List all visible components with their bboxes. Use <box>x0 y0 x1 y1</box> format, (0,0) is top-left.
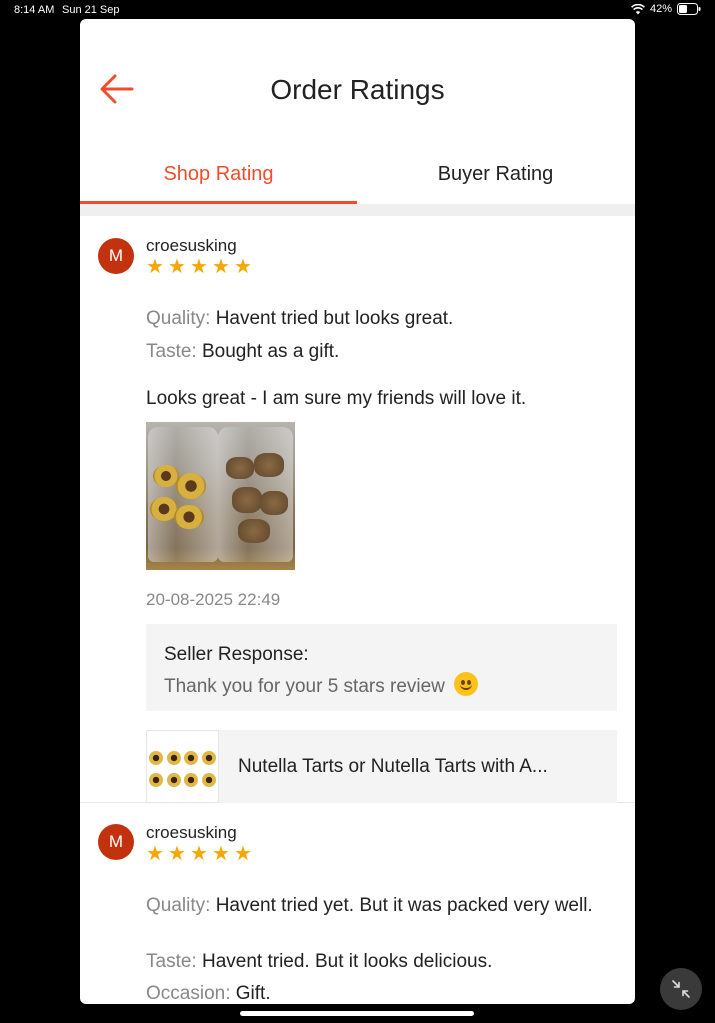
attribute-quality: Quality: Havent tried yet. But it was pa… <box>146 894 621 918</box>
seller-response: Seller Response: Thank you for your 5 st… <box>146 624 617 711</box>
review-card: M croesusking ★ ★ ★ ★ ★ Quality: Havent … <box>80 804 635 1004</box>
attribute-key: Occasion: <box>146 983 231 1004</box>
tart <box>149 751 163 765</box>
cookie <box>254 453 284 477</box>
tab-label: Shop Rating <box>163 162 274 185</box>
product-thumbnail <box>146 730 219 803</box>
collapse-arrows-icon <box>672 980 690 998</box>
tart <box>166 751 181 765</box>
status-date: Sun 21 Sep <box>62 4 120 16</box>
thumbnail-row <box>149 769 216 791</box>
order-ratings-sheet: Order Ratings Shop Rating Buyer Rating M… <box>80 19 635 1004</box>
seller-response-title: Seller Response: <box>164 644 309 665</box>
review-comment: Looks great - I am sure my friends will … <box>146 388 527 409</box>
home-indicator[interactable] <box>240 1011 474 1016</box>
jar <box>148 427 218 562</box>
attribute-quality: Quality: Havent tried but looks great. <box>146 307 621 331</box>
star-icon: ★ <box>168 843 186 865</box>
star-icon: ★ <box>146 256 164 278</box>
wifi-icon <box>631 3 645 15</box>
product-name: Nutella Tarts or Nutella Tarts with A... <box>238 756 548 777</box>
battery-percent: 42% <box>649 3 672 15</box>
battery-icon <box>677 3 701 15</box>
star-icon: ★ <box>234 256 252 278</box>
collapse-button[interactable] <box>660 968 702 1010</box>
status-bar: 8:14 AM Sun 21 Sep 42% <box>0 0 715 20</box>
tart <box>166 773 181 787</box>
tart <box>149 773 163 787</box>
product-link[interactable]: Nutella Tarts or Nutella Tarts with A... <box>146 730 617 803</box>
avatar: M <box>98 824 134 860</box>
attribute-key: Taste: <box>146 341 197 362</box>
star-icon: ★ <box>234 843 252 865</box>
tab-label: Buyer Rating <box>437 162 554 185</box>
attribute-value: Gift. <box>235 983 271 1004</box>
review-photo[interactable] <box>146 422 295 570</box>
reviewer-name: croesusking <box>146 236 237 255</box>
review-card: M croesusking ★ ★ ★ ★ ★ Quality: Havent … <box>80 216 635 803</box>
cookie <box>260 491 288 515</box>
cookie <box>232 487 262 513</box>
star-icon: ★ <box>146 843 164 865</box>
tab-shop-rating[interactable]: Shop Rating <box>80 144 357 204</box>
tart <box>176 473 206 499</box>
thumbnail-row <box>149 747 216 769</box>
reviewer-name: croesusking <box>146 823 237 842</box>
tart <box>184 773 199 787</box>
star-icon: ★ <box>190 843 208 865</box>
avatar: M <box>98 238 134 274</box>
smiling-face-icon <box>454 672 479 696</box>
tab-buyer-rating[interactable]: Buyer Rating <box>357 144 634 204</box>
review-timestamp: 20-08-2025 22:49 <box>146 590 281 609</box>
seller-response-text: Thank you for your 5 stars review <box>164 676 445 697</box>
star-icon: ★ <box>212 256 230 278</box>
attribute-occasion: Occasion: Gift. <box>146 982 621 1004</box>
seller-response-text-row: Thank you for your 5 stars review <box>164 672 479 698</box>
jar <box>218 427 293 562</box>
attribute-key: Quality: <box>146 895 211 916</box>
star-rating: ★ ★ ★ ★ ★ <box>146 843 253 865</box>
status-time: 8:14 AM <box>14 4 55 16</box>
attribute-taste: Taste: Bought as a gift. <box>146 340 621 364</box>
page-title: Order Ratings <box>270 74 445 105</box>
attribute-value: Havent tried yet. But it was packed very… <box>215 895 593 916</box>
section-divider <box>80 204 635 216</box>
attribute-value: Havent tried. But it looks delicious. <box>201 951 493 972</box>
tart <box>201 751 216 765</box>
rating-tabs: Shop Rating Buyer Rating <box>80 144 635 204</box>
attribute-key: Taste: <box>146 951 197 972</box>
cookie <box>238 519 270 543</box>
status-indicators: 42% <box>631 3 701 15</box>
tart <box>174 505 204 529</box>
tart <box>201 773 216 787</box>
star-rating: ★ ★ ★ ★ ★ <box>146 256 253 278</box>
attribute-value: Bought as a gift. <box>201 341 340 362</box>
star-icon: ★ <box>190 256 208 278</box>
tart <box>184 751 199 765</box>
star-icon: ★ <box>168 256 186 278</box>
attribute-key: Quality: <box>146 308 211 329</box>
attribute-value: Havent tried but looks great. <box>215 308 454 329</box>
attribute-taste: Taste: Havent tried. But it looks delici… <box>146 950 621 974</box>
cookie <box>226 457 254 479</box>
star-icon: ★ <box>212 843 230 865</box>
header: Order Ratings <box>80 19 635 159</box>
